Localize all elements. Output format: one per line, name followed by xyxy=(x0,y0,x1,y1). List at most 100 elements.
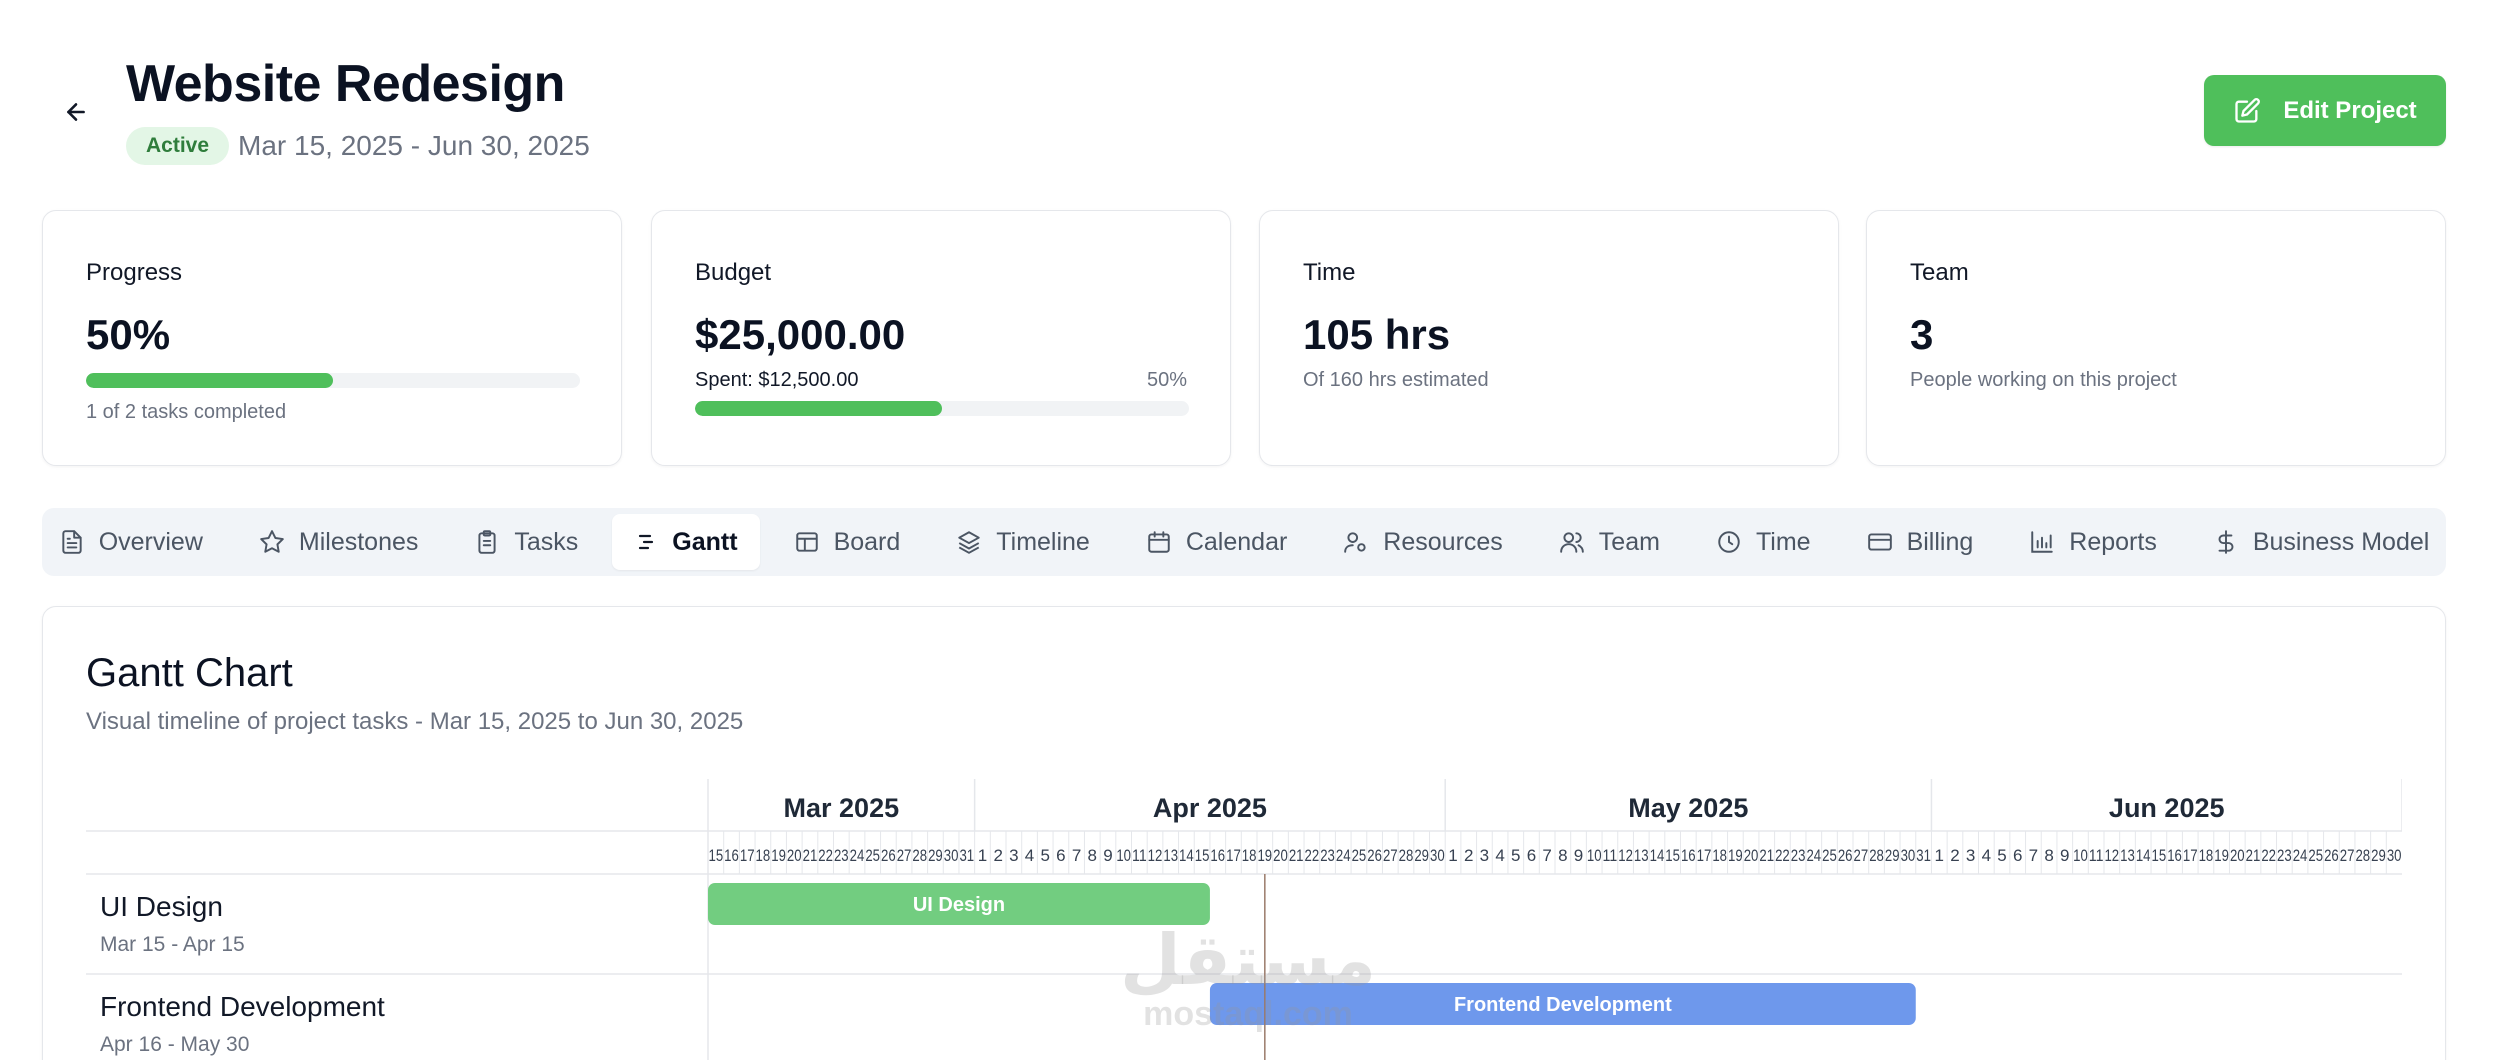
gantt-day-label: 20 xyxy=(1744,846,1759,865)
gantt-day-label: 21 xyxy=(1759,846,1774,865)
gantt-day-label: 20 xyxy=(2230,846,2245,865)
gantt-day-label: 11 xyxy=(1132,846,1147,865)
star-icon xyxy=(260,530,284,553)
gantt-day-label: 12 xyxy=(1148,846,1163,865)
gantt-day-label: 23 xyxy=(1791,846,1806,865)
team-label: Team xyxy=(1910,259,1969,286)
gantt-day-label: 6 xyxy=(2013,846,2022,865)
file-text-icon xyxy=(62,530,82,554)
project-date-range: Mar 15, 2025 - Jun 30, 2025 xyxy=(238,130,590,161)
tab-milestones[interactable]: Milestones xyxy=(237,514,441,570)
project-page: Website Redesign Active Mar 15, 2025 - J… xyxy=(0,0,2494,1060)
gantt-day-label: 17 xyxy=(740,846,755,865)
clock-icon xyxy=(1718,531,1740,553)
edit-project-button[interactable]: Edit Project xyxy=(2204,75,2446,146)
tab-calendar[interactable]: Calendar xyxy=(1124,514,1309,570)
calendar-icon xyxy=(1148,531,1170,553)
gantt-day-label: 17 xyxy=(1226,846,1241,865)
gantt-task-bar-label: UI Design xyxy=(913,894,1005,916)
gantt-day-label: 23 xyxy=(834,846,849,865)
team-card: Team 3 People working on this project xyxy=(1866,210,2446,466)
gantt-day-label: 3 xyxy=(1480,846,1489,865)
gantt-day-label: 26 xyxy=(1838,846,1853,865)
gantt-day-label: 30 xyxy=(1430,846,1445,865)
budget-label: Budget xyxy=(695,259,772,286)
gantt-month-label: Apr 2025 xyxy=(1153,793,1267,823)
gantt-day-label: 11 xyxy=(1603,846,1618,865)
gantt-day-label: 23 xyxy=(1320,846,1335,865)
gantt-day-label: 2 xyxy=(1950,846,1959,865)
budget-bar-fill xyxy=(695,401,942,416)
gantt-day-label: 13 xyxy=(1163,846,1178,865)
gantt-day-label: 29 xyxy=(1414,846,1429,865)
gantt-day-label: 25 xyxy=(1822,846,1837,865)
gantt-day-label: 5 xyxy=(1511,846,1520,865)
progress-card: Progress 50% 1 of 2 tasks completed xyxy=(42,210,622,466)
edit-icon xyxy=(2235,97,2261,123)
gantt-day-label: 3 xyxy=(1966,846,1975,865)
progress-bar-fill xyxy=(86,373,333,388)
gantt-day-label: 6 xyxy=(1527,846,1536,865)
gantt-day-label: 19 xyxy=(771,846,786,865)
tab-timeline[interactable]: Timeline xyxy=(934,514,1112,570)
time-card: Time 105 hrs Of 160 hrs estimated xyxy=(1259,210,1839,466)
gantt-day-label: 20 xyxy=(1273,846,1288,865)
tab-label: Timeline xyxy=(996,527,1090,556)
gantt-day-label: 10 xyxy=(1116,846,1131,865)
task-name-frontend-development: Frontend Development xyxy=(100,991,385,1022)
back-button[interactable] xyxy=(56,92,96,132)
gantt-day-label: 15 xyxy=(1195,846,1210,865)
gantt-day-label: 14 xyxy=(1650,846,1665,865)
tab-gantt[interactable]: Gantt xyxy=(612,514,760,570)
gantt-day-label: 25 xyxy=(1352,846,1367,865)
gantt-day-label: 2 xyxy=(1464,846,1473,865)
gantt-day-label: 16 xyxy=(2167,846,2182,865)
gantt-day-label: 21 xyxy=(803,846,818,865)
tab-business-model[interactable]: Business Model xyxy=(2191,514,2451,570)
gantt-day-label: 13 xyxy=(2120,846,2135,865)
tab-board[interactable]: Board xyxy=(772,514,923,570)
gantt-day-label: 21 xyxy=(1289,846,1304,865)
tab-label: Gantt xyxy=(672,527,738,556)
gantt-day-label: 29 xyxy=(1885,846,1900,865)
tab-resources[interactable]: Resources xyxy=(1321,514,1525,570)
gantt-day-label: 18 xyxy=(1242,846,1257,865)
gantt-day-label: 22 xyxy=(2261,846,2276,865)
gantt-day-label: 26 xyxy=(2324,846,2339,865)
tab-team[interactable]: Team xyxy=(1537,514,1682,570)
budget-percent: 50% xyxy=(1146,369,1187,391)
gantt-day-label: 24 xyxy=(2293,846,2308,865)
gantt-day-label: 18 xyxy=(1712,846,1727,865)
board-icon xyxy=(795,532,818,552)
tab-label: Milestones xyxy=(298,527,419,556)
gantt-day-label: 19 xyxy=(1257,846,1272,865)
gantt-task-bar-label: Frontend Development xyxy=(1454,994,1672,1016)
gantt-day-label: 27 xyxy=(1383,846,1398,865)
gantt-day-label: 30 xyxy=(1901,846,1916,865)
tab-label: Billing xyxy=(1906,527,1974,556)
gantt-day-label: 14 xyxy=(2136,846,2151,865)
gantt-day-label: 5 xyxy=(1997,846,2006,865)
tab-time[interactable]: Time xyxy=(1694,514,1833,570)
gantt-day-label: 10 xyxy=(1587,846,1602,865)
tab-billing[interactable]: Billing xyxy=(1845,514,1996,570)
tab-reports[interactable]: Reports xyxy=(2007,514,2179,570)
gantt-day-label: 5 xyxy=(1040,846,1049,865)
gantt-day-label: 15 xyxy=(709,846,724,865)
gantt-day-label: 9 xyxy=(1574,846,1583,865)
tab-tasks[interactable]: Tasks xyxy=(452,514,600,570)
dollar-icon xyxy=(2218,530,2234,554)
gantt-day-label: 30 xyxy=(2387,846,2402,865)
gantt-day-label: 28 xyxy=(2355,846,2370,865)
tab-overview[interactable]: Overview xyxy=(37,514,225,570)
gantt-chart: Mar 2025 Apr 2025 May 2025 Jun 2025 15 16 17 18… xyxy=(86,779,2402,1060)
progress-label: Progress xyxy=(86,259,183,286)
gantt-day-label: 3 xyxy=(1009,846,1018,865)
gantt-day-label: 23 xyxy=(2277,846,2292,865)
gantt-day-label: 12 xyxy=(2104,846,2119,865)
layers-icon xyxy=(958,531,981,554)
gantt-day-label: 31 xyxy=(1916,846,1931,865)
gantt-day-label: 4 xyxy=(1982,846,1991,865)
progress-sub: 1 of 2 tasks completed xyxy=(86,401,287,423)
budget-spent: Spent: $12,500.00 xyxy=(695,369,859,391)
